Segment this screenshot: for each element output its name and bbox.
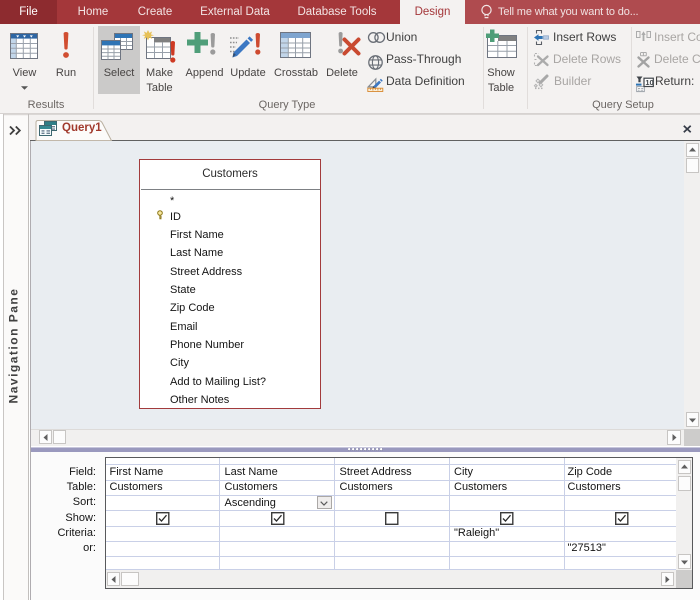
svg-text:10: 10 xyxy=(645,78,653,87)
